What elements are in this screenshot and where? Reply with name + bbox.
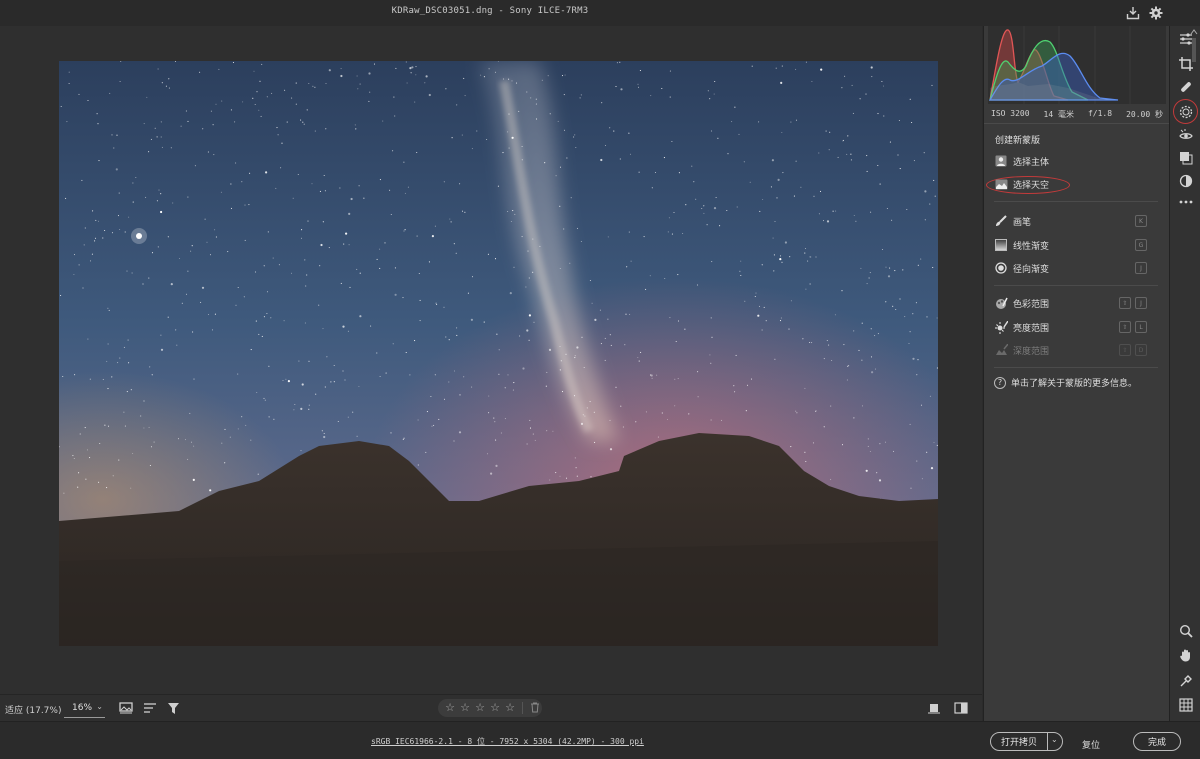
milky-way-photo [59, 61, 938, 646]
divider [994, 285, 1158, 286]
depth-range-icon [994, 343, 1008, 357]
mask-panel: ISO 3200 14 毫米 f/1.8 20.00 秒 创建新蒙版 选择主体 … [983, 26, 1170, 721]
open-copy-button[interactable]: 打开拷贝 ⌄ [990, 732, 1063, 751]
shortcut-key-shift: ⇧ [1119, 344, 1131, 356]
linear-gradient-button[interactable]: 线性渐变 [994, 237, 1049, 253]
linear-gradient-icon [994, 238, 1008, 252]
histogram-graph [988, 26, 1131, 104]
radial-gradient-button[interactable]: 径向渐变 [994, 260, 1049, 276]
exif-info: ISO 3200 14 毫米 f/1.8 20.00 秒 [984, 106, 1170, 124]
red-eye-icon[interactable] [1177, 126, 1194, 143]
brush-button[interactable]: 画笔 [994, 213, 1031, 229]
zoom-fit-button[interactable]: 适应 (17.7%) [5, 703, 61, 716]
shortcut-key-j: J [1135, 297, 1147, 309]
shortcut-key-k: K [1135, 215, 1147, 227]
star-rating[interactable]: ☆ ☆ ☆ ☆ ☆ [438, 699, 542, 717]
window-title: KDRaw_DSC03051.dng - Sony ILCE-7RM3 [391, 6, 589, 16]
healing-icon[interactable] [1177, 78, 1194, 95]
exif-iso: ISO 3200 [991, 109, 1030, 118]
linear-gradient-label: 线性渐变 [1013, 241, 1050, 252]
image-toolbar: 适应 (17.7%) 16% ⌄ ☆ ☆ ☆ ☆ ☆ [0, 694, 982, 721]
status-bar: sRGB IEC61966-2.1 - 8 位 - 7952 x 5304 (4… [0, 721, 1200, 759]
camera-raw-window: KDRaw_DSC03051.dng - Sony ILCE-7RM3 适应 (… [0, 0, 1200, 759]
filmstrip-icon[interactable] [118, 700, 134, 716]
select-subject-label: 选择主体 [1013, 157, 1050, 168]
zoom-level-dropdown[interactable]: 16% ⌄ [64, 698, 105, 718]
image-canvas[interactable] [0, 26, 982, 694]
shortcut-key-shift: ⇧ [1119, 297, 1131, 309]
shortcut-key-d: D [1135, 344, 1147, 356]
before-after-icon[interactable] [953, 700, 969, 716]
sampler-icon[interactable] [1177, 672, 1194, 689]
depth-range-label: 深度范围 [1013, 346, 1050, 357]
filter-icon[interactable] [165, 700, 181, 716]
done-button[interactable]: 完成 [1133, 732, 1181, 751]
luminance-range-button[interactable]: 亮度范围 [994, 319, 1049, 335]
trash-icon[interactable] [529, 702, 541, 714]
more-options-icon[interactable] [1177, 193, 1194, 210]
divider [1047, 733, 1048, 750]
star-icon[interactable]: ☆ [489, 702, 501, 714]
exif-focal: 14 毫米 [1043, 110, 1074, 119]
star-icon[interactable]: ☆ [459, 702, 471, 714]
crop-view-icon[interactable] [926, 700, 942, 716]
radial-gradient-label: 径向渐变 [1013, 264, 1050, 275]
color-range-label: 色彩范围 [1013, 299, 1050, 310]
masking-icon[interactable] [1177, 103, 1194, 120]
brush-icon [994, 214, 1008, 228]
radial-gradient-icon [994, 261, 1008, 275]
luminance-range-label: 亮度范围 [1013, 323, 1050, 334]
shortcut-key-l: L [1135, 321, 1147, 333]
chevron-down-icon[interactable]: ⌄ [1051, 735, 1058, 744]
color-range-button[interactable]: 色彩范围 [994, 295, 1049, 311]
open-copy-label: 打开拷贝 [1001, 738, 1038, 748]
presets-icon[interactable] [1177, 149, 1194, 166]
divider [994, 201, 1158, 202]
star-icon[interactable]: ☆ [504, 702, 516, 714]
photo-preview[interactable] [59, 61, 938, 646]
help-icon: ? [994, 376, 1006, 389]
gear-icon[interactable] [1147, 4, 1165, 22]
hand-icon[interactable] [1177, 646, 1194, 663]
workflow-options-link[interactable]: sRGB IEC61966-2.1 - 8 位 - 7952 x 5304 (4… [371, 736, 644, 747]
tool-strip [1169, 26, 1200, 721]
exif-shutter: 20.00 秒 [1126, 110, 1163, 119]
select-subject-button[interactable]: 选择主体 [994, 153, 1049, 169]
zoom-level-value: 16% [72, 703, 93, 713]
subject-icon [994, 154, 1008, 168]
color-range-icon [994, 296, 1008, 310]
luminance-range-icon [994, 320, 1008, 334]
chevron-down-icon: ⌄ [96, 702, 103, 711]
shortcut-key-shift: ⇧ [1119, 321, 1131, 333]
create-mask-title: 创建新蒙版 [995, 136, 1041, 146]
shortcut-key-j: J [1135, 262, 1147, 274]
sky-icon [994, 177, 1008, 191]
divider [994, 367, 1158, 368]
star-icon[interactable]: ☆ [444, 702, 456, 714]
divider [522, 702, 523, 714]
mask-help-link[interactable]: ? 单击了解关于蒙版的更多信息。 [994, 376, 1137, 389]
star-icon[interactable]: ☆ [474, 702, 486, 714]
scrollbar[interactable] [1190, 28, 1198, 68]
shortcut-key-g: G [1135, 239, 1147, 251]
brush-label: 画笔 [1013, 217, 1032, 228]
zoom-icon[interactable] [1177, 622, 1194, 639]
reset-button[interactable]: 复位 [1082, 735, 1100, 754]
save-icon[interactable] [1124, 4, 1142, 22]
select-sky-button[interactable]: 选择天空 [994, 176, 1049, 192]
sort-icon[interactable] [142, 700, 158, 716]
histogram [988, 26, 1166, 104]
depth-range-button: 深度范围 [994, 342, 1049, 358]
title-bar: KDRaw_DSC03051.dng - Sony ILCE-7RM3 [0, 0, 1200, 26]
mask-help-label: 单击了解关于蒙版的更多信息。 [1011, 379, 1138, 389]
grid-icon[interactable] [1177, 696, 1194, 713]
snapshots-icon[interactable] [1177, 172, 1194, 189]
exif-aperture: f/1.8 [1087, 109, 1113, 118]
select-sky-label: 选择天空 [1013, 180, 1050, 191]
